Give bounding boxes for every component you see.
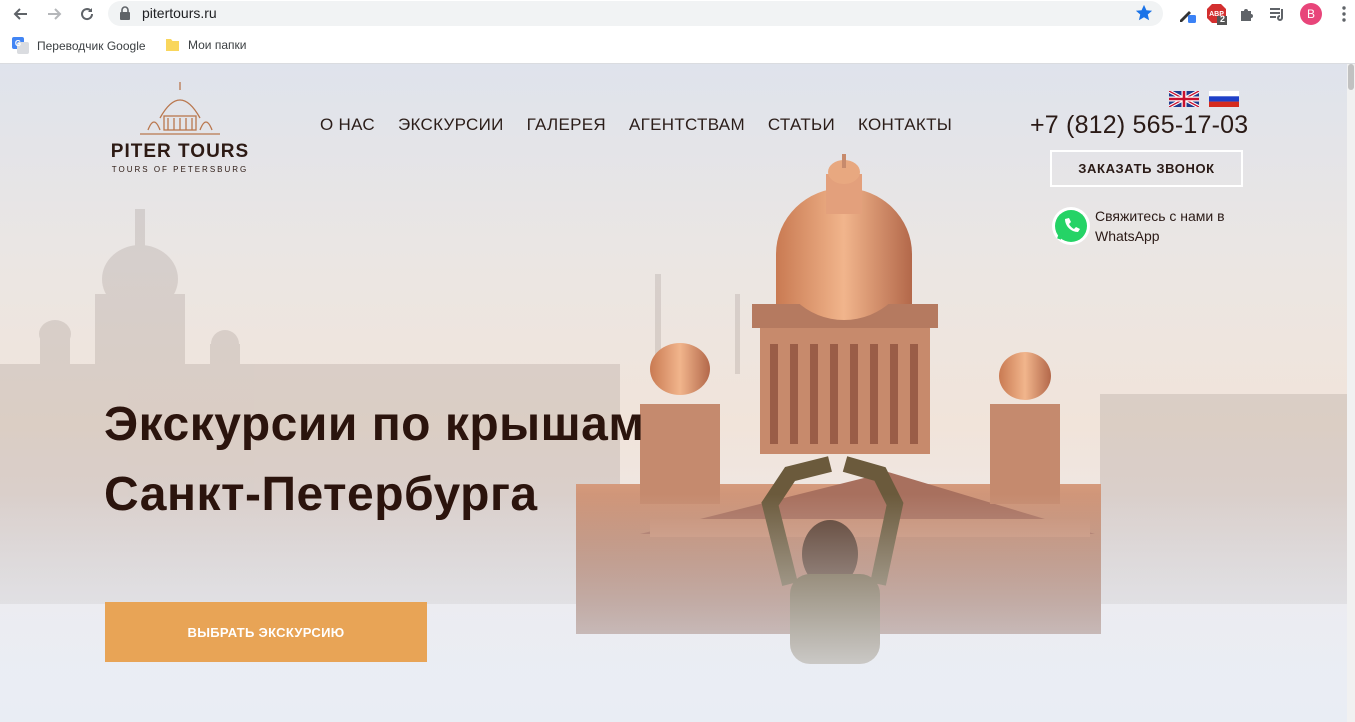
pen-extension-button[interactable] xyxy=(1176,3,1198,25)
nav-agencies[interactable]: АГЕНТСТВАМ xyxy=(629,115,745,135)
phone-number[interactable]: +7 (812) 565-17-03 xyxy=(1030,111,1248,140)
uk-flag-icon[interactable] xyxy=(1169,91,1199,107)
nav-about[interactable]: О НАС xyxy=(320,115,375,135)
lock-icon xyxy=(120,6,130,20)
playlist-icon xyxy=(1270,8,1283,21)
chrome-menu-button[interactable] xyxy=(1333,3,1355,25)
scrollbar-thumb[interactable] xyxy=(1348,64,1354,90)
more-vertical-icon xyxy=(1342,6,1346,22)
bookmark-label: Мои папки xyxy=(188,37,247,52)
url-text: pitertours.ru xyxy=(142,5,217,21)
site-logo[interactable]: PITER TOURS TOURS OF PETERSBURG xyxy=(104,78,256,174)
hero-title: Экскурсии по крышам Санкт-Петербурга xyxy=(104,390,644,530)
profile-button[interactable]: B xyxy=(1300,3,1322,25)
nav-excursions[interactable]: ЭКСКУРСИИ xyxy=(398,115,504,135)
nav-gallery[interactable]: ГАЛЕРЕЯ xyxy=(527,115,606,135)
arrow-left-icon xyxy=(13,8,27,20)
adblock-extension-button[interactable]: ABP 2 xyxy=(1206,3,1228,25)
page-scrollbar[interactable] xyxy=(1347,64,1355,722)
whatsapp-text: Свяжитесь с нами в WhatsApp xyxy=(1095,208,1225,244)
puzzle-icon xyxy=(1241,9,1253,21)
address-bar[interactable]: pitertours.ru xyxy=(108,1,1163,26)
nav-contacts[interactable]: КОНТАКТЫ xyxy=(858,115,952,135)
whatsapp-contact[interactable]: Свяжитесь с нами в WhatsApp xyxy=(1051,206,1255,246)
bookmarks-bar: G Переводчик Google Мои папки xyxy=(0,28,1355,64)
russia-flag-icon[interactable] xyxy=(1209,91,1239,107)
whatsapp-icon xyxy=(1052,207,1090,245)
order-callback-button[interactable]: ЗАКАЗАТЬ ЗВОНОК xyxy=(1050,150,1243,187)
extensions-button[interactable] xyxy=(1236,3,1258,25)
language-switcher xyxy=(1169,91,1239,107)
extension-badge: 2 xyxy=(1220,14,1226,24)
pen-icon xyxy=(1180,11,1196,23)
google-translate-icon: G xyxy=(12,37,29,54)
browser-toolbar: pitertours.ru ABP 2 B xyxy=(0,0,1355,28)
logo-brand: PITER TOURS xyxy=(110,141,250,162)
reload-icon xyxy=(81,8,94,21)
star-icon[interactable] xyxy=(1135,4,1153,22)
folder-icon xyxy=(166,39,179,51)
arrow-right-icon xyxy=(48,8,62,20)
media-control-button[interactable] xyxy=(1267,3,1289,25)
choose-excursion-button[interactable]: ВЫБРАТЬ ЭКСКУРСИЮ xyxy=(105,602,427,662)
main-navigation: О НАС ЭКСКУРСИИ ГАЛЕРЕЯ АГЕНТСТВАМ СТАТЬ… xyxy=(320,115,952,135)
bookmark-google-translate[interactable]: G Переводчик Google xyxy=(12,37,146,54)
cathedral-logo-icon xyxy=(140,82,220,135)
web-page: PITER TOURS TOURS OF PETERSBURG О НАС ЭК… xyxy=(0,64,1355,722)
bookmark-label: Переводчик Google xyxy=(37,38,146,53)
profile-initial: B xyxy=(1306,7,1315,21)
bookmark-my-folders[interactable]: Мои папки xyxy=(165,37,246,52)
hero-title-line-1: Экскурсии по крышам xyxy=(104,398,645,451)
back-button[interactable] xyxy=(10,3,32,25)
logo-tagline: TOURS OF PETERSBURG xyxy=(111,165,249,174)
nav-articles[interactable]: СТАТЬИ xyxy=(768,115,835,135)
forward-button[interactable] xyxy=(43,3,65,25)
reload-button[interactable] xyxy=(76,3,98,25)
svg-text:G: G xyxy=(15,39,21,48)
hero-title-line-2: Санкт-Петербурга xyxy=(104,468,538,521)
